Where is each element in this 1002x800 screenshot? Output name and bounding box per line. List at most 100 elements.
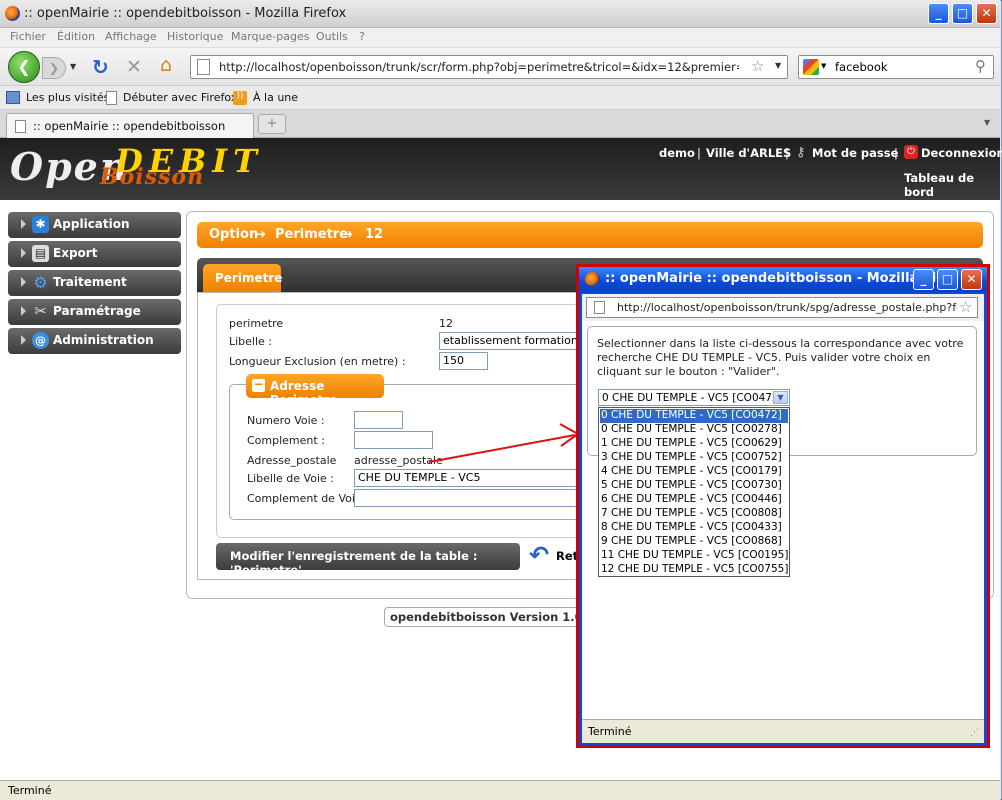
logout-link[interactable]: Deconnexion	[921, 146, 1002, 160]
resize-grip-icon[interactable]: ⋰	[970, 728, 979, 738]
select-option[interactable]: 9 CHE DU TEMPLE - VC5 [CO0868]	[600, 535, 788, 549]
longueur-input[interactable]: 150	[439, 352, 488, 370]
popup-title: :: openMairie :: opendebitboisson - Mozi…	[605, 271, 956, 286]
select-option[interactable]: 4 CHE DU TEMPLE - VC5 [CO0179]	[600, 465, 788, 479]
search-input[interactable]: facebook	[835, 60, 888, 74]
sidebar-item-label: Export	[53, 246, 98, 260]
maximize-icon[interactable]: □	[952, 3, 973, 24]
power-icon: ⏻	[904, 145, 918, 159]
popup-minimize-icon[interactable]: _	[913, 269, 934, 290]
back-arrow-icon[interactable]: ↶	[529, 541, 549, 569]
star-icon[interactable]: ☆	[751, 57, 764, 75]
page-icon	[197, 59, 210, 75]
menu-edition[interactable]: Édition	[57, 30, 95, 43]
expand-arrow-icon	[21, 219, 26, 229]
tools-icon: ✂	[34, 302, 47, 320]
url-bar[interactable]: http://localhost/openboisson/trunk/scr/f…	[190, 55, 788, 79]
sidebar-item-application[interactable]: ✱ Application	[8, 212, 181, 238]
menu-bar: Fichier Édition Affichage Historique Mar…	[0, 28, 1000, 48]
popup-url-field[interactable]: http://localhost/openboisson/trunk/spg/a…	[586, 297, 978, 318]
sidebar-item-traitement[interactable]: ⚙ Traitement	[8, 270, 181, 296]
separator: |	[697, 146, 701, 160]
expand-arrow-icon	[21, 248, 26, 258]
libelle-voie-label: Libelle de Voie :	[247, 472, 334, 485]
engine-dropdown-icon[interactable]: ▼	[821, 62, 826, 70]
menu-help[interactable]: ?	[359, 30, 365, 43]
forward-icon[interactable]: ❯	[42, 57, 66, 79]
reload-icon[interactable]: ↻	[92, 55, 109, 79]
select-option[interactable]: 7 CHE DU TEMPLE - VC5 [CO0808]	[600, 507, 788, 521]
libelle-input[interactable]: etablissement formation	[439, 332, 579, 350]
complement-input[interactable]	[354, 431, 433, 449]
select-option[interactable]: 0 CHE DU TEMPLE - VC5 [CO0278]	[600, 423, 788, 437]
address-select-value: 0 CHE DU TEMPLE - VC5 [CO0472]	[602, 392, 783, 404]
at-icon: @	[32, 332, 49, 349]
libelle-voie-input[interactable]: CHE DU TEMPLE - VC5	[354, 469, 579, 487]
instruction-text: Selectionner dans la liste ci-dessous la…	[597, 337, 964, 378]
back-link[interactable]: Ret	[556, 549, 578, 563]
menu-marque-pages[interactable]: Marque-pages	[231, 30, 309, 43]
sidebar-item-administration[interactable]: @ Administration	[8, 328, 181, 354]
back-icon[interactable]: ❮	[8, 51, 40, 83]
google-icon[interactable]	[803, 59, 819, 75]
user-name: demo	[659, 146, 695, 160]
fieldset-legend[interactable]: − Adresse Perimetre	[246, 374, 384, 407]
gear-icon: ⚙	[33, 273, 48, 292]
sidebar-item-label: Administration	[53, 333, 154, 347]
breadcrumb-item[interactable]: Perimetre	[275, 227, 348, 242]
address-select[interactable]: 0 CHE DU TEMPLE - VC5 [CO0472] ▼	[598, 389, 790, 406]
bookmark-getting-started[interactable]: Débuter avec Firefox	[123, 91, 237, 104]
popup-maximize-icon[interactable]: □	[937, 269, 958, 290]
search-icon[interactable]: ⚲	[975, 57, 986, 75]
window-title: :: openMairie :: opendebitboisson - Mozi…	[24, 6, 347, 21]
stop-icon[interactable]: ✕	[126, 56, 142, 78]
sidebar-item-export[interactable]: ▤ Export	[8, 241, 181, 267]
chevron-down-icon[interactable]: ▼	[773, 391, 788, 404]
separator: |	[785, 146, 789, 160]
expand-arrow-icon	[21, 277, 26, 287]
sidebar-item-parametrage[interactable]: ✂ Paramétrage	[8, 299, 181, 325]
select-option[interactable]: 12 CHE DU TEMPLE - VC5 [CO0755]	[600, 563, 788, 577]
new-tab-icon[interactable]: +	[258, 114, 286, 134]
bookmark-most-visited[interactable]: Les plus visités	[26, 91, 109, 104]
select-option[interactable]: 8 CHE DU TEMPLE - VC5 [CO0433]	[600, 521, 788, 535]
select-option[interactable]: 5 CHE DU TEMPLE - VC5 [CO0730]	[600, 479, 788, 493]
minimize-icon[interactable]: _	[928, 3, 949, 24]
select-option[interactable]: 11 CHE DU TEMPLE - VC5 [CO0195]	[600, 549, 788, 563]
popup-close-icon[interactable]: ✕	[961, 269, 982, 290]
close-icon[interactable]: ✕	[976, 3, 997, 24]
home-icon[interactable]: ⌂	[160, 54, 172, 76]
bookmark-news[interactable]: À la une	[253, 91, 298, 104]
select-option[interactable]: 6 CHE DU TEMPLE - VC5 [CO0446]	[600, 493, 788, 507]
history-dropdown-icon[interactable]: ▼	[70, 62, 76, 71]
printer-icon: ▤	[32, 245, 49, 262]
address-options-list: 0 CHE DU TEMPLE - VC5 [CO0472] 0 CHE DU …	[598, 407, 790, 577]
tab-perimetre[interactable]: Perimetre	[203, 264, 282, 292]
menu-fichier[interactable]: Fichier	[10, 30, 46, 43]
dashboard-link[interactable]: Tableau de bord	[904, 171, 1002, 199]
modify-record-button[interactable]: Modifier l'enregistrement de la table : …	[216, 543, 520, 577]
search-bar[interactable]: ▼ facebook ⚲	[798, 55, 994, 79]
breadcrumb-item[interactable]: Option	[209, 227, 258, 242]
menu-affichage[interactable]: Affichage	[105, 30, 157, 43]
popup-status-bar: Terminé ⋰	[582, 719, 984, 743]
bookmark-folder-icon	[6, 91, 20, 104]
tab-list-icon[interactable]: ▼	[984, 118, 990, 127]
password-link[interactable]: Mot de passe	[812, 146, 898, 160]
star-icon[interactable]: ☆	[959, 298, 972, 316]
modify-record-label: Modifier l'enregistrement de la table : …	[230, 549, 478, 577]
select-option[interactable]: 1 CHE DU TEMPLE - VC5 [CO0629]	[600, 437, 788, 451]
menu-historique[interactable]: Historique	[167, 30, 223, 43]
complement-voie-input[interactable]	[354, 489, 579, 507]
select-option[interactable]: 3 CHE DU TEMPLE - VC5 [CO0752]	[600, 451, 788, 465]
perimetre-label: perimetre	[229, 317, 284, 330]
numero-voie-input[interactable]	[354, 411, 403, 429]
popup-status-text: Terminé	[588, 725, 632, 738]
tab-active[interactable]: :: openMairie :: opendebitboisson	[6, 113, 254, 138]
url-dropdown-icon[interactable]: ▼	[775, 61, 781, 70]
complement-voie-label: Complement de Voie :	[247, 492, 369, 505]
tab-page-icon	[15, 120, 26, 133]
menu-outils[interactable]: Outils	[316, 30, 348, 43]
select-option[interactable]: 0 CHE DU TEMPLE - VC5 [CO0472]	[600, 409, 788, 423]
collapse-icon[interactable]: −	[252, 378, 265, 392]
